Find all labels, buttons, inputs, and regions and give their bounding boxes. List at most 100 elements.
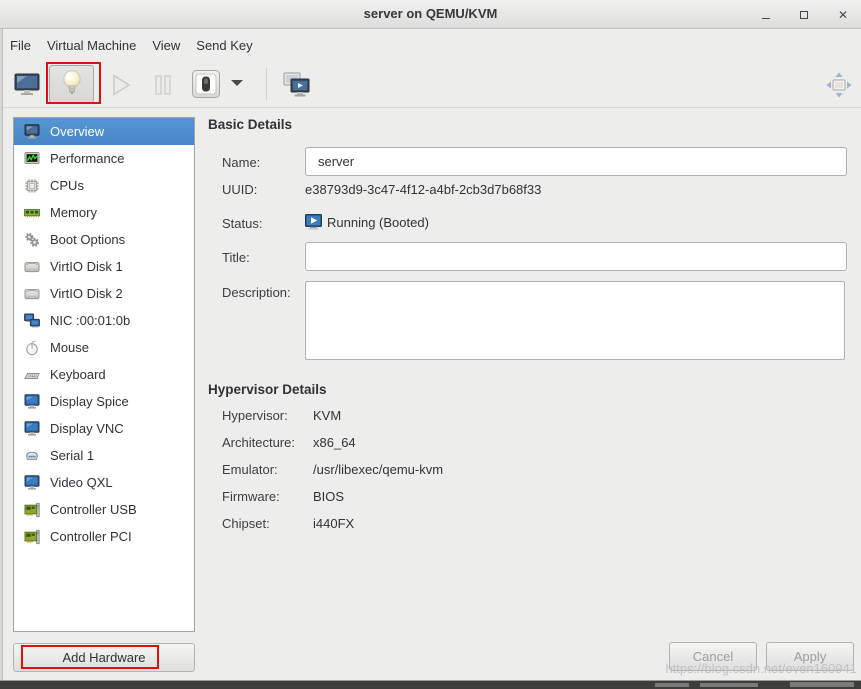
menu-send-key[interactable]: Send Key (188, 29, 260, 62)
display-icon (23, 394, 41, 410)
title-label: Title: (222, 250, 250, 265)
sidebar-item-memory[interactable]: Memory (14, 199, 194, 226)
shutdown-menu-button[interactable] (231, 80, 243, 86)
sidebar-item-keyboard[interactable]: Keyboard (14, 361, 194, 388)
name-input[interactable] (305, 147, 847, 176)
add-hardware-button[interactable]: Add Hardware (13, 643, 195, 672)
toolbar (0, 62, 861, 108)
firmware-value: BIOS (313, 489, 344, 504)
lightbulb-icon (61, 69, 83, 99)
virt-manager-window: server on QEMU/KVM ✕ File Virtual Machin… (0, 0, 861, 689)
chipset-label: Chipset: (222, 516, 270, 531)
close-button[interactable]: ✕ (833, 5, 853, 25)
display-icon (23, 421, 41, 437)
window-title: server on QEMU/KVM (0, 6, 861, 21)
hypervisor-details-heading: Hypervisor Details (208, 382, 327, 397)
sidebar-item-label: Performance (50, 151, 124, 166)
fullscreen-arrows-icon (824, 70, 854, 100)
status-row: Running (Booted) (305, 214, 429, 230)
sidebar-item-virtio-disk-1[interactable]: VirtIO Disk 1 (14, 253, 194, 280)
network-icon (23, 313, 41, 329)
sidebar-item-boot-options[interactable]: Boot Options (14, 226, 194, 253)
minimize-button[interactable] (756, 5, 776, 25)
hardware-list: Overview Performance CPUs Memory Boot Op… (13, 117, 195, 632)
emulator-label: Emulator: (222, 462, 278, 477)
description-label: Description: (222, 285, 291, 300)
minimize-icon (762, 18, 770, 19)
sidebar-item-cpus[interactable]: CPUs (14, 172, 194, 199)
play-icon (110, 73, 132, 97)
sidebar-item-nic[interactable]: NIC :00:01:0b (14, 307, 194, 334)
sidebar-item-label: CPUs (50, 178, 84, 193)
sidebar-item-performance[interactable]: Performance (14, 145, 194, 172)
titlebar: server on QEMU/KVM ✕ (0, 0, 861, 29)
serial-icon (23, 448, 41, 464)
mouse-icon (23, 340, 41, 356)
strip-mark (700, 683, 758, 687)
menu-view[interactable]: View (144, 29, 188, 62)
close-icon: ✕ (838, 9, 848, 21)
console-button[interactable] (14, 73, 40, 97)
sidebar-item-virtio-disk-2[interactable]: VirtIO Disk 2 (14, 280, 194, 307)
description-input[interactable] (305, 281, 845, 360)
maximize-button[interactable] (794, 5, 814, 25)
sidebar-item-label: Video QXL (50, 475, 113, 490)
sidebar-item-controller-usb[interactable]: Controller USB (14, 496, 194, 523)
run-button[interactable] (110, 73, 132, 97)
fullscreen-console-button[interactable] (283, 72, 311, 98)
menubar: File Virtual Machine View Send Key (0, 29, 861, 62)
display-icon (23, 475, 41, 491)
hypervisor-label: Hypervisor: (222, 408, 288, 423)
menu-file[interactable]: File (10, 29, 39, 62)
shutdown-button[interactable] (191, 69, 221, 99)
strip-mark (790, 682, 854, 687)
add-hardware-label: Add Hardware (62, 650, 145, 665)
sidebar-item-display-spice[interactable]: Display Spice (14, 388, 194, 415)
sidebar-item-controller-pci[interactable]: Controller PCI (14, 523, 194, 550)
keyboard-icon (23, 367, 41, 383)
title-input[interactable] (305, 242, 847, 271)
sidebar-item-label: Display VNC (50, 421, 124, 436)
disk-icon (23, 286, 41, 302)
monitor-icon (23, 124, 41, 140)
card-icon (23, 529, 41, 545)
background-window-strip (0, 681, 861, 689)
sidebar-item-display-vnc[interactable]: Display VNC (14, 415, 194, 442)
sidebar-item-label: VirtIO Disk 2 (50, 286, 123, 301)
sidebar-item-label: Controller USB (50, 502, 137, 517)
power-switch-icon (191, 69, 221, 99)
pause-button[interactable] (152, 73, 174, 97)
sidebar-item-video-qxl[interactable]: Video QXL (14, 469, 194, 496)
sidebar-item-label: VirtIO Disk 1 (50, 259, 123, 274)
monitor-icon (14, 73, 40, 97)
sidebar-item-label: Overview (50, 124, 104, 139)
uuid-value: e38793d9-3c47-4f12-a4bf-2cb3d7b68f33 (305, 182, 541, 197)
status-value: Running (Booted) (327, 215, 429, 230)
sidebar-item-overview[interactable]: Overview (14, 118, 194, 145)
maximize-icon (800, 11, 808, 19)
gears-icon (23, 232, 41, 248)
sidebar-item-label: Serial 1 (50, 448, 94, 463)
sidebar-item-serial-1[interactable]: Serial 1 (14, 442, 194, 469)
performance-icon (23, 151, 41, 167)
hypervisor-value: KVM (313, 408, 341, 423)
details-button[interactable] (49, 65, 94, 103)
sidebar-item-label: Memory (50, 205, 97, 220)
sidebar-item-mouse[interactable]: Mouse (14, 334, 194, 361)
name-label: Name: (222, 155, 260, 170)
sidebar-item-label: NIC :00:01:0b (50, 313, 130, 328)
disk-icon (23, 259, 41, 275)
strip-mark (655, 683, 689, 687)
firmware-label: Firmware: (222, 489, 280, 504)
cpu-icon (23, 178, 41, 194)
sidebar-item-label: Keyboard (50, 367, 106, 382)
card-icon (23, 502, 41, 518)
watermark: https://blog.csdn.net/even160941 (665, 661, 857, 676)
menu-virtual-machine[interactable]: Virtual Machine (39, 29, 144, 62)
chipset-value: i440FX (313, 516, 354, 531)
chevron-down-icon (231, 80, 243, 86)
architecture-label: Architecture: (222, 435, 295, 450)
monitor-play-icon (305, 214, 322, 230)
sidebar-item-label: Mouse (50, 340, 89, 355)
resize-to-vm-button[interactable] (824, 70, 854, 100)
